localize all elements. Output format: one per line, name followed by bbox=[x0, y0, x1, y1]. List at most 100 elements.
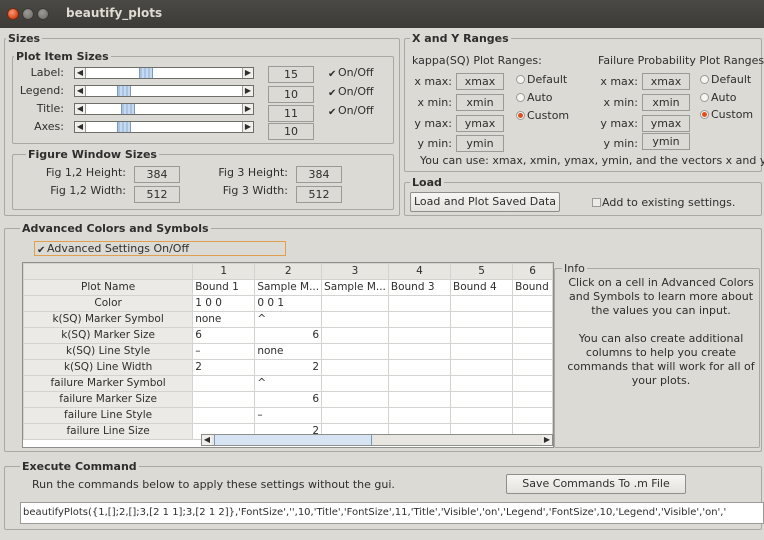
table-cell[interactable] bbox=[387, 295, 452, 312]
slider-right-arrow-icon[interactable]: ▶ bbox=[242, 68, 253, 78]
table-cell[interactable] bbox=[450, 407, 514, 424]
table-cell[interactable] bbox=[512, 343, 553, 360]
kappa-ymin-field[interactable]: ymin bbox=[456, 135, 504, 152]
table-cell[interactable] bbox=[192, 407, 256, 424]
table-horizontal-scrollbar[interactable]: ◀ ▶ bbox=[201, 434, 553, 446]
failure-custom-radio[interactable]: Custom bbox=[700, 108, 753, 121]
table-cell[interactable] bbox=[387, 359, 452, 376]
kappa-auto-radio[interactable]: Auto bbox=[516, 91, 553, 104]
table-cell[interactable] bbox=[450, 295, 514, 312]
table-cell[interactable]: Bound 3 bbox=[387, 279, 452, 296]
table-cell[interactable]: – bbox=[192, 343, 256, 360]
kappa-xmin-field[interactable]: xmin bbox=[456, 94, 504, 111]
label-size-field[interactable]: 15 bbox=[268, 66, 314, 83]
column-header[interactable]: 5 bbox=[450, 263, 514, 280]
load-plot-saved-data-button[interactable]: Load and Plot Saved Data bbox=[410, 192, 560, 212]
slider-right-arrow-icon[interactable]: ▶ bbox=[242, 122, 253, 132]
table-cell[interactable] bbox=[387, 311, 452, 328]
table-cell[interactable]: 6 bbox=[192, 327, 256, 344]
table-cell[interactable] bbox=[450, 311, 514, 328]
failure-default-radio[interactable]: Default bbox=[700, 73, 751, 86]
table-cell[interactable] bbox=[387, 375, 452, 392]
table-cell[interactable] bbox=[321, 327, 389, 344]
table-cell[interactable]: 6 bbox=[254, 391, 323, 408]
table-cell[interactable]: 1 0 0 bbox=[192, 295, 256, 312]
table-cell[interactable] bbox=[387, 407, 452, 424]
title-size-slider[interactable]: ◀ ▶ bbox=[74, 103, 254, 115]
kappa-default-radio[interactable]: Default bbox=[516, 73, 567, 86]
label-on-off-checkbox[interactable]: ✔ On/Off bbox=[328, 66, 374, 80]
failure-xmax-field[interactable]: xmax bbox=[642, 73, 690, 90]
save-commands-button[interactable]: Save Commands To .m File bbox=[506, 474, 686, 494]
fig3-height-field[interactable]: 384 bbox=[296, 166, 342, 183]
column-header[interactable]: 4 bbox=[387, 263, 452, 280]
scroll-right-arrow-icon[interactable]: ▶ bbox=[542, 435, 552, 445]
legend-size-slider[interactable]: ◀ ▶ bbox=[74, 85, 254, 97]
table-cell[interactable]: none bbox=[254, 343, 323, 360]
table-cell[interactable] bbox=[192, 375, 256, 392]
failure-ymin-field[interactable]: ymin bbox=[642, 133, 690, 150]
close-window-icon[interactable] bbox=[7, 8, 19, 20]
column-header[interactable]: 6 bbox=[512, 263, 553, 280]
table-cell[interactable] bbox=[450, 327, 514, 344]
table-cell[interactable]: ^ bbox=[254, 311, 323, 328]
table-cell[interactable]: ^ bbox=[254, 375, 323, 392]
table-cell[interactable] bbox=[387, 391, 452, 408]
scroll-thumb[interactable] bbox=[214, 435, 372, 445]
failure-auto-radio[interactable]: Auto bbox=[700, 91, 737, 104]
failure-ymax-field[interactable]: ymax bbox=[642, 115, 690, 132]
slider-thumb[interactable] bbox=[139, 68, 153, 78]
table-cell[interactable] bbox=[192, 391, 256, 408]
slider-right-arrow-icon[interactable]: ▶ bbox=[242, 104, 253, 114]
table-cell[interactable]: Sample M... bbox=[254, 279, 323, 296]
scroll-left-arrow-icon[interactable]: ◀ bbox=[202, 435, 212, 445]
title-on-off-checkbox[interactable]: ✔ On/Off bbox=[328, 104, 374, 118]
table-cell[interactable] bbox=[387, 343, 452, 360]
legend-size-field[interactable]: 10 bbox=[268, 86, 314, 103]
table-cell[interactable]: Bound 1 bbox=[192, 279, 256, 296]
fig3-width-field[interactable]: 512 bbox=[296, 186, 342, 203]
failure-xmin-field[interactable]: xmin bbox=[642, 94, 690, 111]
table-cell[interactable]: 6 bbox=[254, 327, 323, 344]
table-cell[interactable] bbox=[321, 359, 389, 376]
table-cell[interactable]: 2 bbox=[254, 359, 323, 376]
kappa-ymax-field[interactable]: ymax bbox=[456, 115, 504, 132]
column-header[interactable]: 3 bbox=[321, 263, 389, 280]
label-size-slider[interactable]: ◀ ▶ bbox=[74, 67, 254, 79]
table-cell[interactable] bbox=[450, 391, 514, 408]
column-header[interactable]: 1 bbox=[192, 263, 256, 280]
advanced-settings-toggle[interactable]: ✔ Advanced Settings On/Off bbox=[34, 241, 286, 256]
kappa-xmax-field[interactable]: xmax bbox=[456, 73, 504, 90]
slider-thumb[interactable] bbox=[121, 104, 135, 114]
table-cell[interactable] bbox=[450, 375, 514, 392]
kappa-custom-radio[interactable]: Custom bbox=[516, 109, 569, 122]
table-cell[interactable]: Bound 4 bbox=[450, 279, 514, 296]
table-cell[interactable]: 0 0 1 bbox=[254, 295, 323, 312]
table-cell[interactable] bbox=[387, 327, 452, 344]
slider-right-arrow-icon[interactable]: ▶ bbox=[242, 86, 253, 96]
table-cell[interactable] bbox=[321, 407, 389, 424]
title-size-field[interactable]: 11 bbox=[268, 105, 314, 122]
table-cell[interactable] bbox=[321, 375, 389, 392]
command-field[interactable]: beautifyPlots({1,[];2,[];3,[2 1 1];3,[2 … bbox=[20, 502, 764, 524]
table-cell[interactable] bbox=[512, 391, 553, 408]
table-cell[interactable] bbox=[512, 407, 553, 424]
maximize-window-icon[interactable] bbox=[37, 8, 49, 20]
table-cell[interactable] bbox=[512, 327, 553, 344]
fig12-width-field[interactable]: 512 bbox=[134, 186, 180, 203]
table-cell[interactable] bbox=[321, 343, 389, 360]
table-cell[interactable]: – bbox=[254, 407, 323, 424]
table-cell[interactable] bbox=[512, 295, 553, 312]
slider-left-arrow-icon[interactable]: ◀ bbox=[75, 86, 86, 96]
table-cell[interactable] bbox=[450, 359, 514, 376]
table-cell[interactable]: Bound bbox=[512, 279, 553, 296]
fig12-height-field[interactable]: 384 bbox=[134, 166, 180, 183]
column-header[interactable]: 2 bbox=[254, 263, 323, 280]
slider-left-arrow-icon[interactable]: ◀ bbox=[75, 104, 86, 114]
table-cell[interactable] bbox=[512, 311, 553, 328]
table-cell[interactable] bbox=[450, 343, 514, 360]
column-header[interactable] bbox=[23, 263, 194, 280]
table-cell[interactable]: Sample M... bbox=[321, 279, 389, 296]
table-cell[interactable]: 2 bbox=[192, 359, 256, 376]
table-cell[interactable] bbox=[321, 391, 389, 408]
